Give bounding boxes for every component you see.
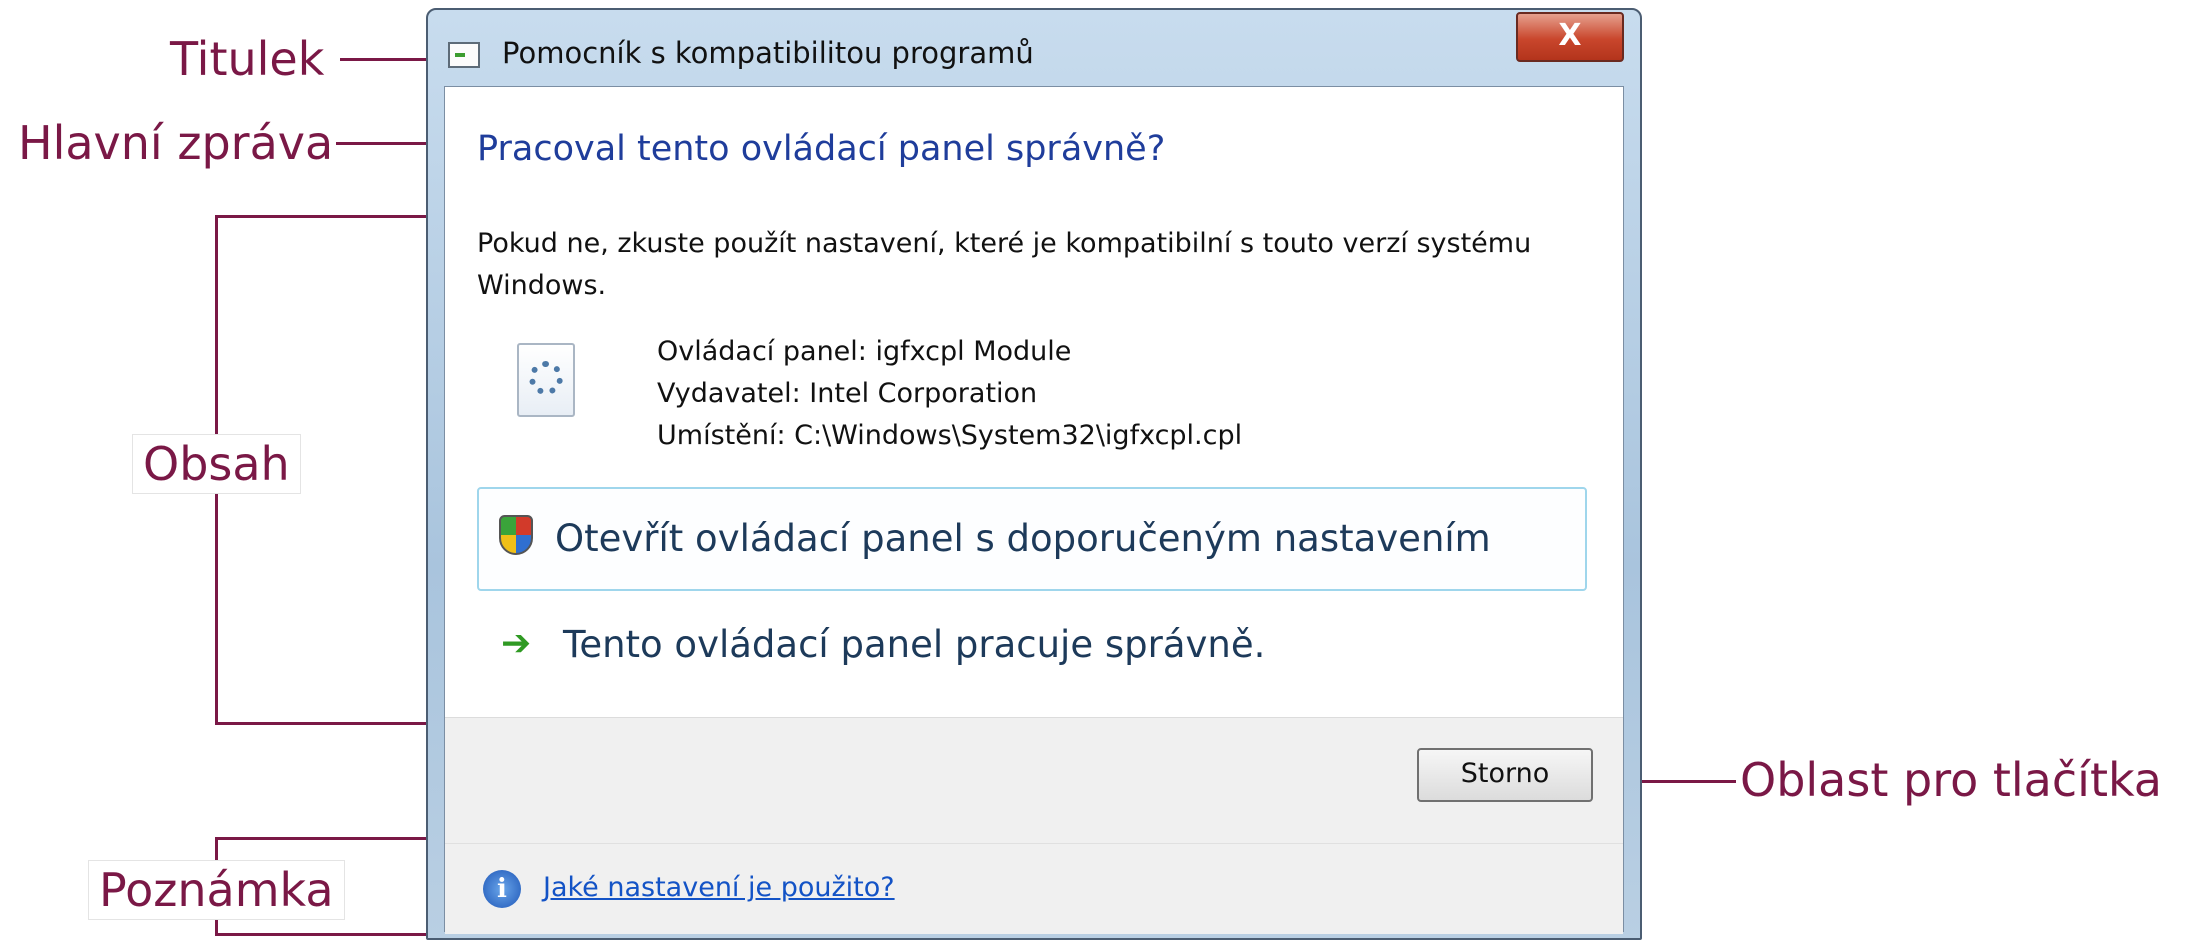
file-info-panel: Ovládací panel: igfxcpl Module: [657, 336, 1072, 367]
file-info-location: Umístění: C:\Windows\System32\igfxcpl.cp…: [657, 420, 1243, 451]
uac-shield-icon: [499, 515, 533, 555]
annotation-poznamka: Poznámka: [88, 860, 345, 920]
file-info: Ovládací panel: igfxcpl Module Vydavatel…: [657, 331, 1242, 457]
footnote-link[interactable]: Jaké nastavení je použito?: [543, 872, 895, 903]
annotation-bracket-poznamka-top: [215, 837, 447, 840]
command-link-recommended-label: Otevřít ovládací panel s doporučeným nas…: [555, 517, 1491, 560]
settings-file-icon: [517, 343, 575, 417]
command-link-works-label: Tento ovládací panel pracuje správně.: [563, 623, 1266, 666]
dialog-window: Pomocník s kompatibilitou programů X Pra…: [426, 8, 1642, 940]
info-icon: i: [483, 870, 521, 908]
cancel-button[interactable]: Storno: [1417, 748, 1593, 802]
annotation-hlavni-zprava: Hlavní zpráva: [18, 116, 334, 170]
green-arrow-icon: ➔: [501, 623, 532, 664]
annotation-obsah: Obsah: [132, 434, 301, 494]
main-instruction: Pracoval tento ovládací panel správně?: [477, 129, 1166, 169]
annotation-bracket-obsah-top: [215, 215, 447, 218]
button-area: Storno: [445, 717, 1623, 844]
annotation-oblast-tlacitka: Oblast pro tlačítka: [1740, 753, 2162, 807]
close-icon: X: [1558, 18, 1582, 53]
close-button[interactable]: X: [1516, 12, 1624, 62]
command-link-works-correctly[interactable]: ➔ Tento ovládací panel pracuje správně.: [477, 609, 1587, 689]
content-text: Pokud ne, zkuste použít nastavení, které…: [477, 228, 1532, 301]
command-link-recommended[interactable]: Otevřít ovládací panel s doporučeným nas…: [477, 487, 1587, 591]
dialog-title: Pomocník s kompatibilitou programů: [502, 36, 1034, 70]
annotation-bracket-obsah-bottom: [215, 722, 447, 725]
annotation-bracket-poznamka-bottom: [215, 933, 447, 936]
title-bar[interactable]: Pomocník s kompatibilitou programů X: [428, 10, 1640, 86]
file-info-publisher: Vydavatel: Intel Corporation: [657, 378, 1038, 409]
dialog-client-area: Pracoval tento ovládací panel správně? P…: [444, 86, 1624, 934]
program-icon: [448, 42, 480, 68]
annotation-titulek: Titulek: [170, 32, 325, 86]
footnote-area: i Jaké nastavení je použito?: [445, 843, 1623, 934]
